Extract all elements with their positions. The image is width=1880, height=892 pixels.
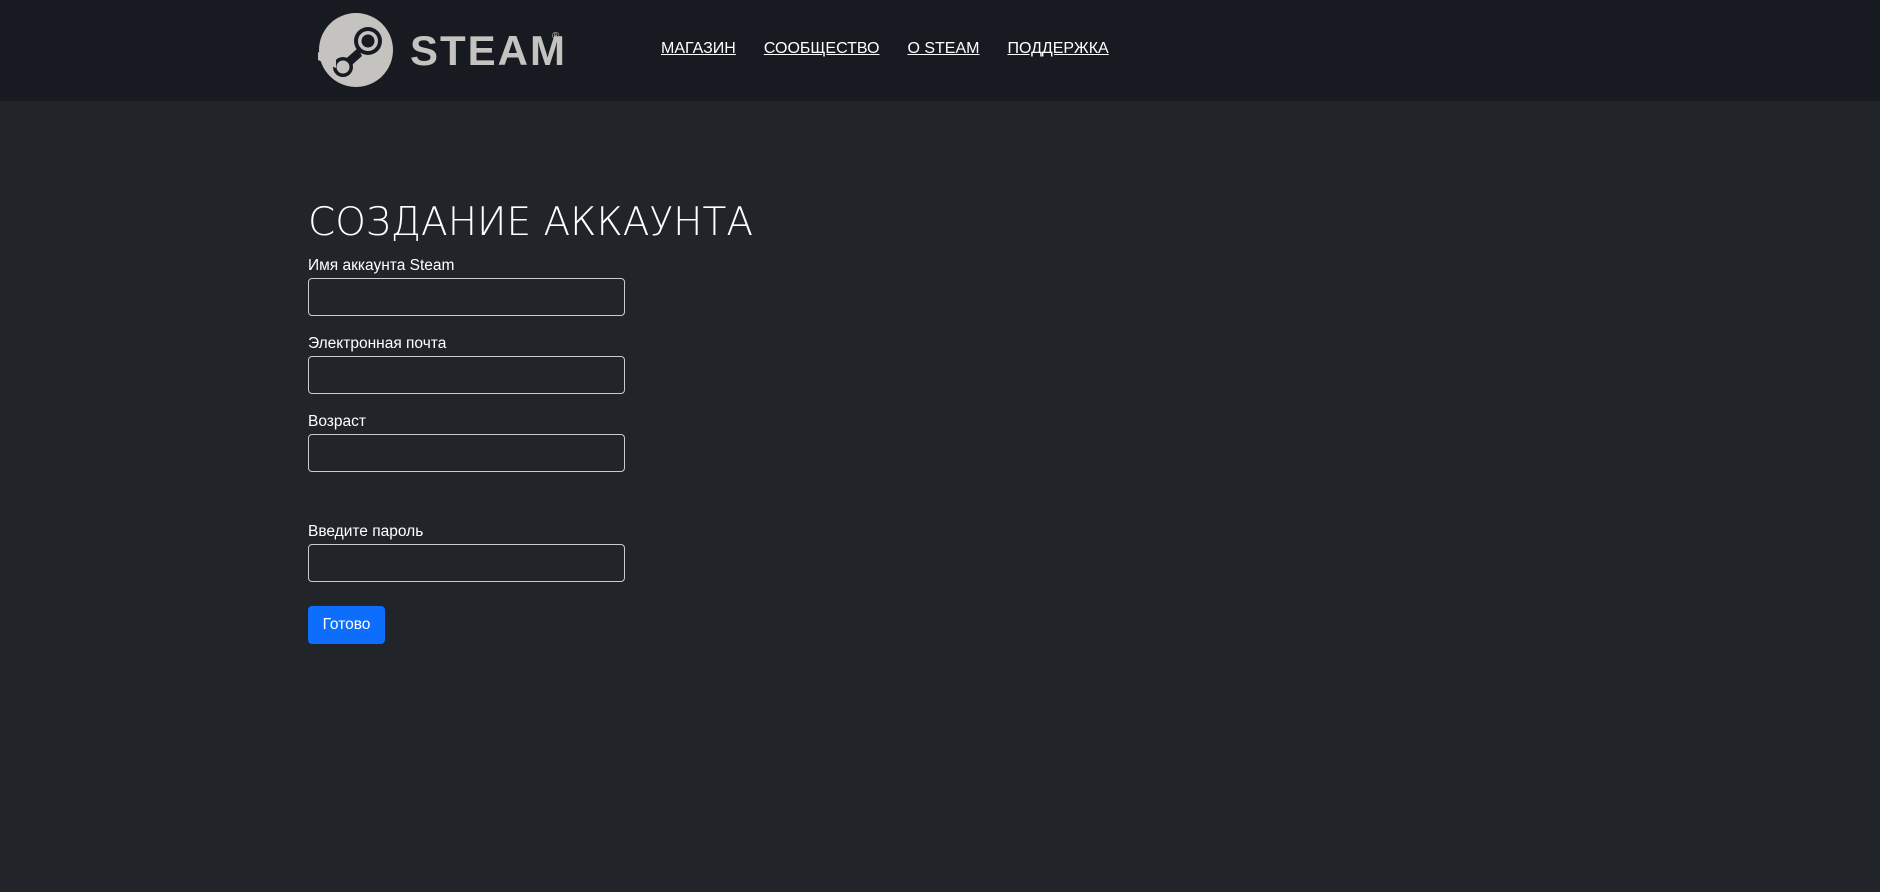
age-group: Возраст bbox=[308, 412, 626, 472]
email-input[interactable] bbox=[308, 356, 625, 394]
password-label: Введите пароль bbox=[308, 523, 424, 540]
account-name-group: Имя аккаунта Steam bbox=[308, 256, 626, 316]
email-group: Электронная почта bbox=[308, 334, 626, 394]
registration-form: СОЗДАНИЕ АККАУНТА Имя аккаунта Steam Эле… bbox=[308, 195, 1008, 644]
steam-logo-icon bbox=[318, 13, 393, 87]
page-title: СОЗДАНИЕ АККАУНТА bbox=[308, 200, 754, 245]
password-group: Введите пароль bbox=[308, 522, 626, 582]
main-nav: МАГАЗИН СООБЩЕСТВО О STEAM ПОДДЕРЖКА bbox=[661, 38, 1109, 60]
steam-wordmark: STEAM bbox=[410, 27, 567, 74]
top-header: STEAM ® МАГАЗИН СООБЩЕСТВО О STEAM ПОДДЕ… bbox=[0, 0, 1880, 101]
age-label: Возраст bbox=[308, 413, 366, 430]
account-name-label: Имя аккаунта Steam bbox=[308, 257, 455, 274]
submit-button[interactable]: Готово bbox=[308, 606, 385, 644]
steam-logo[interactable]: STEAM ® bbox=[318, 12, 567, 88]
nav-link-about[interactable]: О STEAM bbox=[907, 38, 979, 60]
nav-link-support[interactable]: ПОДДЕРЖКА bbox=[1007, 38, 1108, 60]
age-input[interactable] bbox=[308, 434, 625, 472]
nav-link-community[interactable]: СООБЩЕСТВО bbox=[764, 38, 880, 60]
password-input[interactable] bbox=[308, 544, 625, 582]
registered-mark: ® bbox=[552, 31, 560, 42]
account-name-input[interactable] bbox=[308, 278, 625, 316]
email-label: Электронная почта bbox=[308, 335, 447, 352]
nav-link-store[interactable]: МАГАЗИН bbox=[661, 38, 736, 60]
